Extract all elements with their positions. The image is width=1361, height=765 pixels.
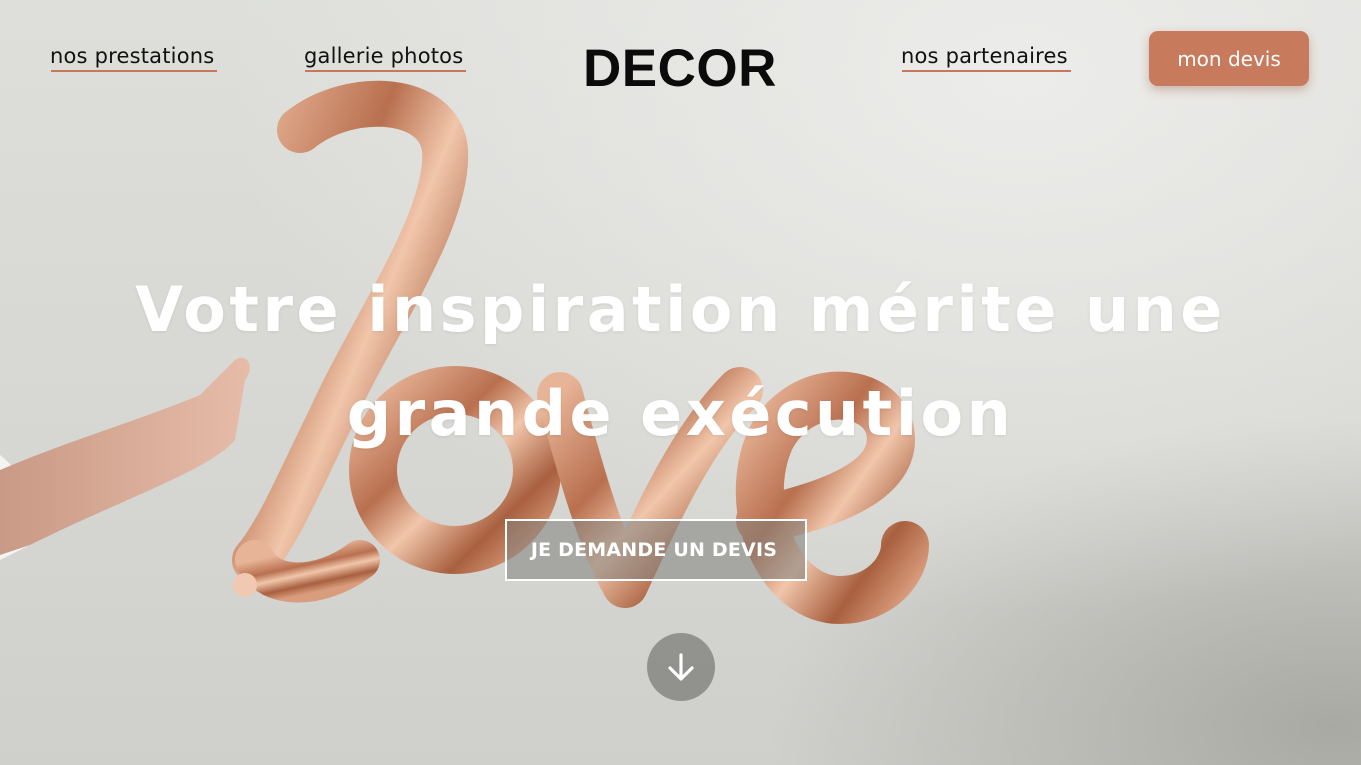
nav-link-label: gallerie photos [304, 44, 464, 68]
hero-section: nos prestations gallerie photos DECOR no… [0, 0, 1361, 765]
arrow-down-icon [668, 653, 694, 681]
nav-link-label: nos prestations [50, 44, 215, 68]
nav-link-underline [305, 70, 467, 72]
nav-link-prestations[interactable]: nos prestations [50, 44, 218, 72]
hero-headline: Votre inspiration mérite une grande exéc… [0, 258, 1361, 466]
nav-link-underline [51, 70, 218, 72]
nav-link-label: nos partenaires [901, 44, 1068, 68]
nav-link-underline [902, 70, 1071, 72]
site-logo[interactable]: DECOR [583, 38, 777, 99]
nav-link-gallerie[interactable]: gallerie photos [304, 44, 467, 72]
nav-link-partenaires[interactable]: nos partenaires [901, 44, 1071, 72]
demande-devis-button[interactable]: JE DEMANDE UN DEVIS [505, 519, 807, 581]
hero-headline-line1: Votre inspiration mérite une [135, 273, 1226, 346]
scroll-down-button[interactable] [647, 633, 715, 701]
mon-devis-button[interactable]: mon devis [1149, 31, 1309, 86]
hero-headline-line2: grande exécution [346, 377, 1015, 450]
